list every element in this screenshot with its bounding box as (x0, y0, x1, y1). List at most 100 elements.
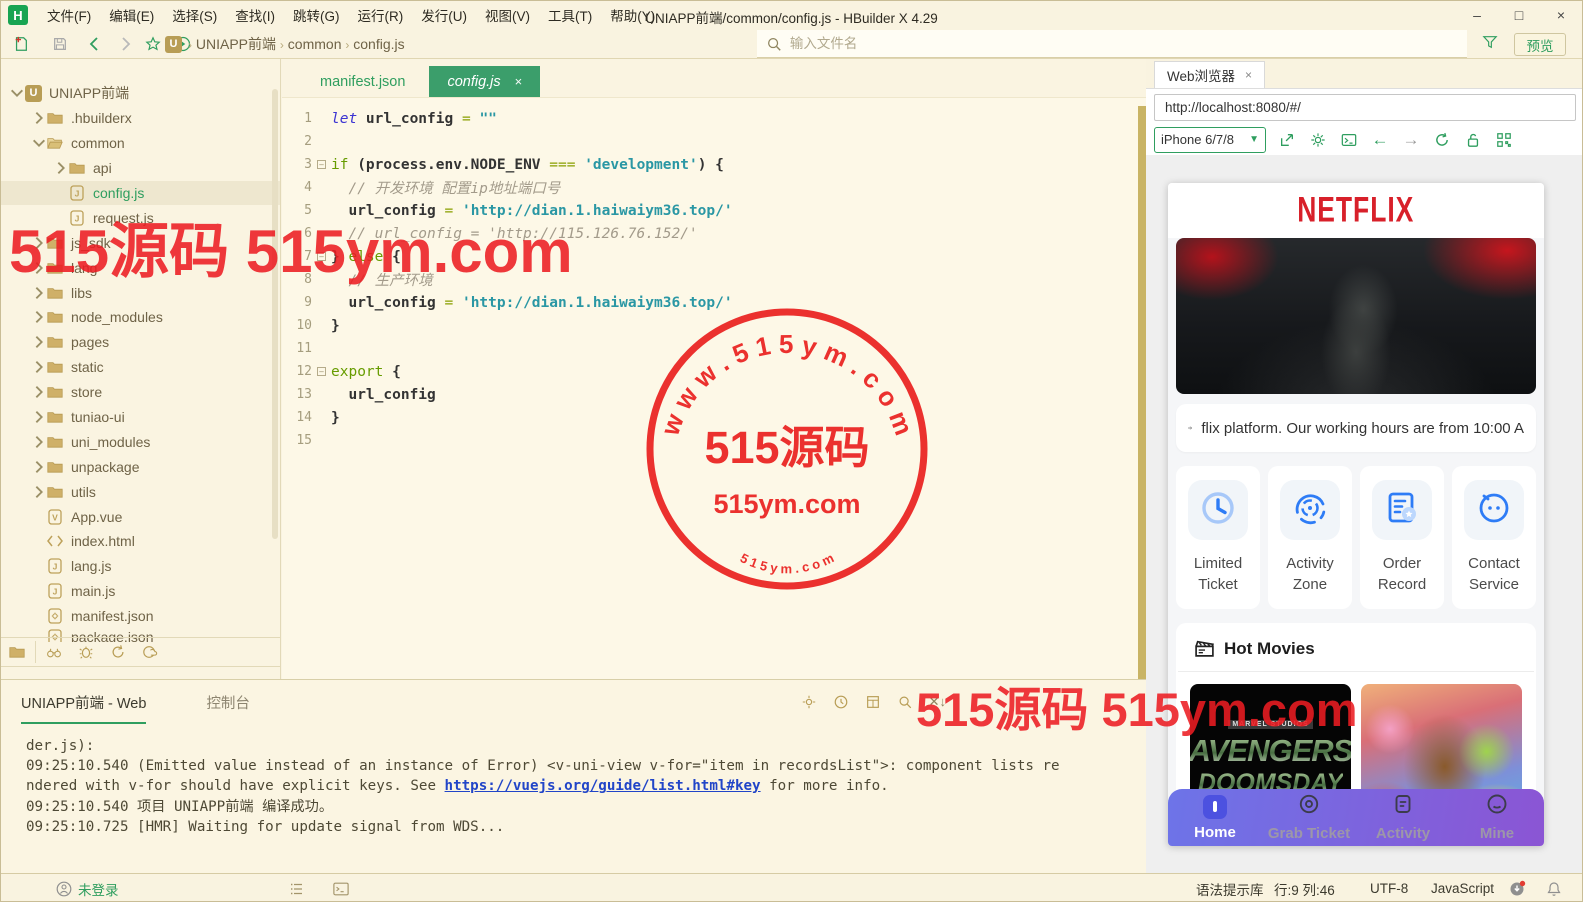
close-tab-icon[interactable]: × (515, 74, 523, 89)
outline-list-icon[interactable] (289, 874, 305, 902)
tree-item-main.js[interactable]: J main.js (1, 579, 280, 604)
tree-item-App.vue[interactable]: V App.vue (1, 504, 280, 529)
find-in-files-icon[interactable] (763, 32, 786, 56)
tree-item-UNIAPP前端[interactable]: U UNIAPP前端 (1, 81, 280, 106)
editor-tab-manifest.json[interactable]: manifest.json (302, 66, 423, 97)
bookmark-star-icon[interactable] (141, 32, 165, 56)
menu-编辑(E)[interactable]: 编辑(E) (100, 0, 163, 30)
tree-item-pages[interactable]: pages (1, 330, 280, 355)
tree-item-tuniao-ui[interactable]: tuniao-ui (1, 405, 280, 430)
minimize-button[interactable]: – (1456, 2, 1498, 29)
new-file-icon[interactable] (9, 32, 33, 56)
menu-视图(V)[interactable]: 视图(V) (476, 0, 539, 30)
console-history-icon[interactable] (833, 694, 849, 710)
card-activity-zone[interactable]: ActivityZone (1268, 466, 1352, 609)
log-link[interactable]: https://vuejs.org/guide/list.html#key (445, 778, 761, 794)
menu-工具(T)[interactable]: 工具(T) (539, 0, 601, 30)
back-icon[interactable] (83, 32, 107, 56)
menu-运行(R)[interactable]: 运行(R) (349, 0, 413, 30)
nav-mine[interactable]: Mine (1450, 789, 1544, 846)
tree-item-js_sdk[interactable]: js_sdk (1, 230, 280, 255)
url-input[interactable] (1154, 94, 1576, 121)
refresh-project-icon[interactable] (102, 644, 134, 660)
fold-marker-icon[interactable]: – (312, 160, 331, 169)
editor-tab-config.js[interactable]: config.js × (429, 66, 540, 97)
filter-funnel-icon[interactable] (1482, 34, 1498, 50)
tree-item-index.html[interactable]: index.html (1, 529, 280, 554)
unlock-icon[interactable] (1463, 130, 1483, 150)
editor-scrollbar[interactable] (1138, 106, 1146, 679)
close-button[interactable]: × (1540, 2, 1582, 29)
menu-跳转(G)[interactable]: 跳转(G) (284, 0, 349, 30)
console-clear-icon[interactable]: ✕↓ (929, 694, 946, 710)
console-package-icon[interactable] (865, 694, 881, 710)
tree-item-unpackage[interactable]: unpackage (1, 454, 280, 479)
card-contact-service[interactable]: ContactService (1452, 466, 1536, 609)
login-status[interactable]: 未登录 (78, 879, 119, 899)
breadcrumb-item[interactable]: config.js (353, 36, 404, 52)
language-mode[interactable]: JavaScript (1431, 874, 1494, 902)
browser-tab[interactable]: Web浏览器 × (1154, 61, 1265, 88)
debug-bug-icon[interactable] (70, 644, 102, 660)
save-icon[interactable] (48, 32, 72, 56)
tree-item-lang.js[interactable]: J lang.js (1, 554, 280, 579)
console-output[interactable]: der.js):09:25:10.540 (Emitted value inst… (26, 736, 1136, 837)
back-arrow-icon[interactable]: ← (1370, 130, 1390, 150)
menu-查找(I)[interactable]: 查找(I) (226, 0, 284, 30)
bell-icon[interactable] (1546, 874, 1562, 902)
explorer-folder-icon[interactable] (1, 644, 33, 660)
terminal-icon[interactable] (333, 874, 349, 902)
console-tab-控制台[interactable]: 控制台 (206, 692, 250, 724)
hero-banner[interactable] (1176, 238, 1536, 394)
tree-item-node_modules[interactable]: node_modules (1, 305, 280, 330)
tree-item-common[interactable]: common (1, 131, 280, 156)
sidebar-scrollbar[interactable] (272, 89, 278, 539)
tree-item-store[interactable]: store (1, 380, 280, 405)
tree-item-config.js[interactable]: J config.js (1, 181, 280, 206)
device-select[interactable]: iPhone 6/7/8▼ (1154, 127, 1266, 153)
notice-bar[interactable]: flix platform. Our working hours are fro… (1176, 404, 1536, 452)
sync-cloud-icon[interactable] (134, 644, 166, 660)
tree-item-api[interactable]: api (1, 156, 280, 181)
open-external-icon[interactable] (1277, 130, 1297, 150)
menu-发行(U)[interactable]: 发行(U) (412, 0, 476, 30)
console-search-icon[interactable] (897, 694, 913, 710)
forward-arrow-icon[interactable]: → (1401, 130, 1421, 150)
browser-tab-close-icon[interactable]: × (1245, 68, 1252, 82)
tree-item-libs[interactable]: libs (1, 280, 280, 305)
preview-button[interactable]: 预览 (1514, 33, 1566, 56)
qrcode-icon[interactable] (1494, 130, 1514, 150)
update-icon[interactable] (1509, 874, 1526, 902)
refresh-icon[interactable] (1432, 130, 1452, 150)
tree-item-request.js[interactable]: J request.js (1, 205, 280, 230)
forward-icon[interactable] (113, 32, 137, 56)
breadcrumb-item[interactable]: common (288, 36, 342, 52)
cursor-position[interactable]: 行:9 列:46 (1274, 874, 1335, 902)
fold-marker-icon[interactable]: – (312, 252, 331, 261)
encoding-indicator[interactable]: UTF-8 (1370, 874, 1408, 902)
nav-grab ticket[interactable]: Grab Ticket (1262, 789, 1356, 846)
tree-item-.hbuilderx[interactable]: .hbuilderx (1, 106, 280, 131)
code-area[interactable]: 1 let url_config = "" 2 3 – if (process.… (282, 98, 1136, 679)
card-limited-ticket[interactable]: LimitedTicket (1176, 466, 1260, 609)
settings-gear-icon[interactable] (1308, 130, 1328, 150)
console-settings-icon[interactable] (801, 694, 817, 710)
search-binoculars-icon[interactable] (38, 644, 70, 660)
nav-home[interactable]: Home (1168, 789, 1262, 846)
maximize-button[interactable]: □ (1498, 2, 1540, 29)
breadcrumb[interactable]: U › UNIAPP前端 › common › config.js (165, 32, 405, 56)
tree-item-lang[interactable]: lang (1, 255, 280, 280)
file-search-input[interactable] (790, 36, 1467, 51)
tree-item-manifest.json[interactable]: manifest.json (1, 604, 280, 629)
menu-文件(F)[interactable]: 文件(F) (38, 0, 100, 30)
tree-item-static[interactable]: static (1, 355, 280, 380)
nav-activity[interactable]: Activity (1356, 789, 1450, 846)
console-tab-UNIAPP前端 - Web[interactable]: UNIAPP前端 - Web (21, 692, 146, 724)
breadcrumb-item[interactable]: UNIAPP前端 (196, 36, 276, 52)
console-icon[interactable] (1339, 130, 1359, 150)
tree-item-uni_modules[interactable]: uni_modules (1, 429, 280, 454)
card-order-record[interactable]: OrderRecord (1360, 466, 1444, 609)
fold-marker-icon[interactable]: – (312, 367, 331, 376)
tree-item-utils[interactable]: utils (1, 479, 280, 504)
syntax-hint-lib[interactable]: 语法提示库 (1196, 874, 1264, 902)
